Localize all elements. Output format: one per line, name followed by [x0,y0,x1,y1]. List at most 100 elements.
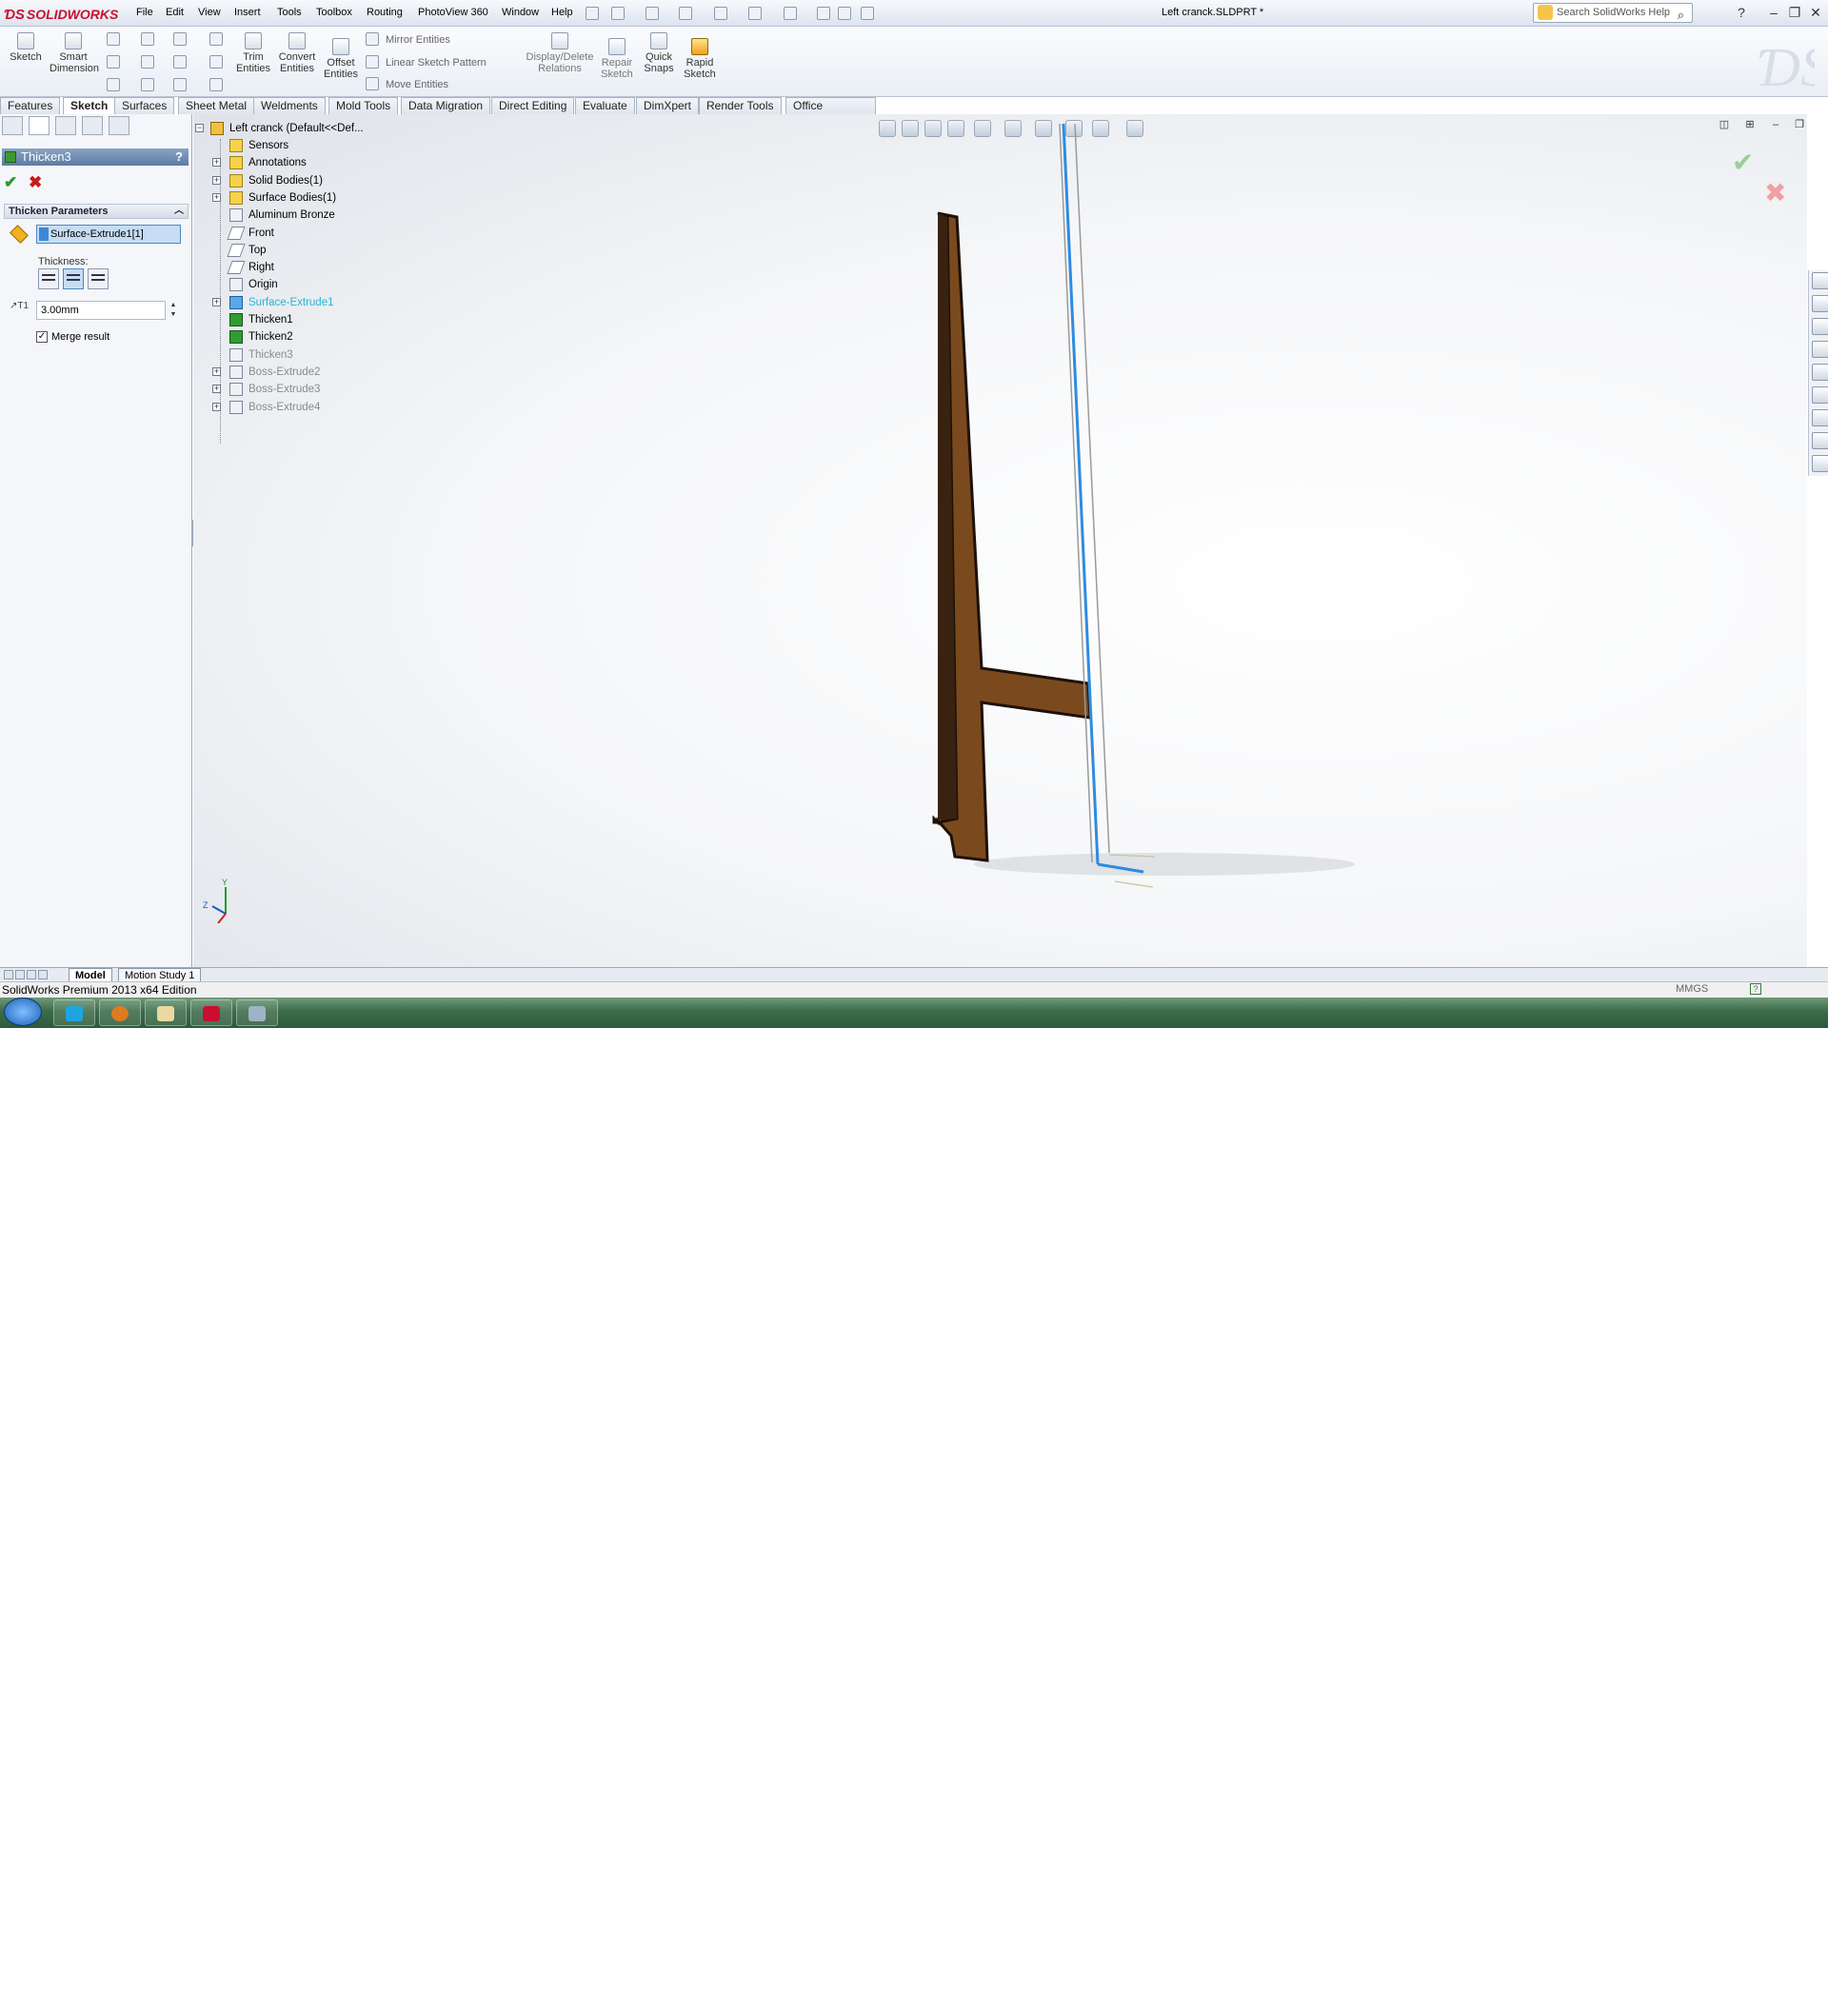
thicken-parameters-group[interactable]: Thicken Parameters ︿ [4,204,189,219]
restore-button[interactable]: ❐ [1784,4,1805,21]
view-palette-icon[interactable] [1812,341,1828,358]
viewport-minimize-icon[interactable]: – [1768,118,1783,131]
viewport-restore-icon[interactable]: ❐ [1792,118,1807,131]
viewport-split-icon[interactable]: ◫ [1717,118,1732,131]
menu-tools[interactable]: Tools [277,7,302,18]
thickness-spinner[interactable]: ▲ ▼ [168,301,179,320]
scroll-next-icon[interactable] [27,970,36,979]
tab-surfaces[interactable]: Surfaces [114,97,175,114]
expand-icon[interactable]: + [212,402,221,411]
polygon-icon[interactable] [141,78,154,91]
feature-manager-tab-icon[interactable] [2,116,23,135]
tab-model[interactable]: Model [69,968,112,982]
rebuild-icon[interactable] [817,7,830,20]
taskbar-skype[interactable] [53,999,95,1026]
network-icon[interactable] [1708,2003,1719,2014]
clock[interactable]: 12:56 [1761,2003,1790,2016]
tab-office-products[interactable]: Office Products [785,97,876,128]
thicken-side2-button[interactable] [88,268,109,289]
tab-features[interactable]: Features [0,97,61,114]
tab-direct-editing[interactable]: Direct Editing [491,97,575,114]
display-delete-relations-button[interactable]: Display/Delete Relations [524,32,596,74]
expand-icon[interactable]: + [212,297,221,306]
thickness-input[interactable] [36,301,166,320]
sketch-button[interactable]: Sketch [8,32,44,63]
taskbar-firefox[interactable] [99,999,141,1026]
dimxpert-manager-tab-icon[interactable] [82,116,103,135]
collapse-chevron-icon[interactable]: ︿ [174,205,184,218]
forum-icon[interactable] [1812,455,1828,472]
expand-icon[interactable]: + [212,192,221,202]
toolbox-icon[interactable] [1812,432,1828,449]
menu-help[interactable]: Help [551,7,573,18]
smart-dimension-button[interactable]: Smart Dimension [50,32,99,74]
options-icon[interactable] [861,7,874,20]
circle-icon[interactable] [141,32,154,46]
menu-file[interactable]: File [136,7,153,18]
ok-button[interactable]: ✔ [4,173,17,192]
convert-entities-button[interactable]: Convert Entities [276,32,318,74]
display-manager-tab-icon[interactable] [109,116,129,135]
menu-photoview[interactable]: PhotoView 360 [418,7,488,18]
help-dropdown-icon[interactable]: ? [1731,4,1752,21]
tab-render-tools[interactable]: Render Tools [699,97,782,114]
thicken-both-sides-button[interactable] [63,268,84,289]
surface-selection-box[interactable]: Surface-Extrude1[1] [36,225,181,244]
menu-window[interactable]: Window [502,7,539,18]
save-icon[interactable] [679,7,692,20]
select-icon[interactable] [784,7,797,20]
fillet-icon[interactable] [173,55,187,69]
tab-data-migration[interactable]: Data Migration [401,97,491,114]
menu-edit[interactable]: Edit [166,7,184,18]
menu-insert[interactable]: Insert [234,7,261,18]
custom-properties-icon[interactable] [1812,409,1828,426]
solidworks-resources-icon[interactable] [1812,272,1828,289]
volume-icon[interactable] [1731,2003,1742,2014]
tab-sketch[interactable]: Sketch [63,97,116,114]
text-icon[interactable] [209,55,223,69]
design-library-icon[interactable] [1812,295,1828,312]
open-icon[interactable] [646,7,659,20]
tab-mold-tools[interactable]: Mold Tools [328,97,399,114]
scroll-last-icon[interactable] [38,970,48,979]
linear-pattern-button[interactable]: Linear Sketch Pattern [386,57,487,69]
undo-icon[interactable] [748,7,762,20]
tray-expand-icon[interactable] [1660,2003,1672,2014]
quick-snaps-button[interactable]: Quick Snaps [640,32,678,74]
point-icon[interactable] [209,32,223,46]
scroll-prev-icon[interactable] [15,970,25,979]
viewport-tile-icon[interactable]: ⊞ [1742,118,1758,131]
menu-toolbox[interactable]: Toolbox [316,7,352,18]
move-entities-button[interactable]: Move Entities [386,79,448,90]
expand-icon[interactable]: + [212,366,221,376]
spline-icon[interactable] [173,32,187,46]
centerline-icon[interactable] [209,78,223,91]
menu-routing[interactable]: Routing [367,7,403,18]
quick-tips-icon[interactable]: ? [1750,983,1761,995]
taskbar-explorer[interactable] [145,999,187,1026]
search-results-icon[interactable] [1812,364,1828,381]
configuration-manager-tab-icon[interactable] [55,116,76,135]
confirmation-ok-icon[interactable]: ✔ [1732,147,1754,178]
trim-entities-button[interactable]: Trim Entities [232,32,274,74]
rapid-sketch-button[interactable]: Rapid Sketch [680,38,720,80]
expand-icon[interactable]: + [212,158,221,168]
minimize-button[interactable]: – [1763,4,1784,21]
thicken-side1-button[interactable] [38,268,59,289]
solidworks-logo[interactable]: ƊS SOLIDWORKS [4,4,118,25]
collapse-icon[interactable]: − [195,124,204,132]
pin-icon[interactable] [586,7,599,20]
tab-sheet-metal[interactable]: Sheet Metal [178,97,255,114]
taskbar-solidworks[interactable] [190,999,232,1026]
appearances-icon[interactable] [1812,386,1828,404]
new-document-icon[interactable] [611,7,625,20]
search-icon[interactable]: ⌕ [1678,6,1684,24]
slot-icon[interactable] [107,78,120,91]
tab-evaluate[interactable]: Evaluate [575,97,635,114]
arc-icon[interactable] [141,55,154,69]
mirror-entities-button[interactable]: Mirror Entities [386,34,450,46]
property-manager-tab-icon[interactable] [29,116,50,135]
scroll-first-icon[interactable] [4,970,13,979]
tab-dimxpert[interactable]: DimXpert [636,97,700,114]
tray-app-icon[interactable] [1685,2003,1697,2014]
